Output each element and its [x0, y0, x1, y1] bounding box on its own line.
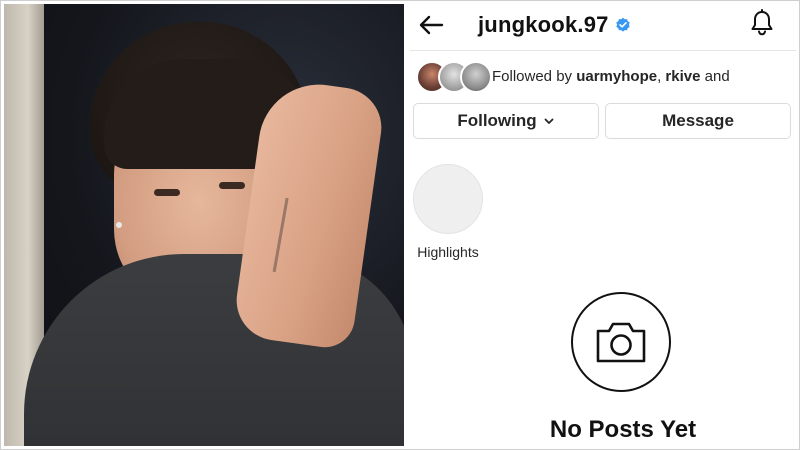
instagram-profile-panel: jungkook.97 Followed by uarmyhope, rkive… [410, 4, 796, 446]
highlight-label: Highlights [417, 244, 479, 260]
back-arrow-icon[interactable] [416, 10, 446, 40]
photo-eye-left [154, 189, 180, 196]
avatar [460, 61, 492, 93]
message-button-label: Message [662, 111, 734, 130]
profile-username: jungkook.97 [478, 12, 609, 37]
chevron-down-icon [544, 118, 554, 124]
camera-icon-ring [571, 292, 671, 392]
follower-avatars [416, 61, 492, 93]
following-button[interactable]: Following [413, 103, 599, 139]
followed-by-prefix: Followed by [492, 67, 577, 85]
profile-photo [4, 4, 404, 446]
followed-by-text: Followed by uarmyhope, rkive and [492, 68, 730, 85]
verified-badge-icon [615, 17, 630, 32]
followed-by-row[interactable]: Followed by uarmyhope, rkive and [416, 60, 730, 93]
camera-icon [596, 322, 646, 363]
username-header: jungkook.97 [478, 10, 631, 40]
header-separator [410, 50, 796, 51]
photo-earring [116, 222, 122, 228]
message-button[interactable]: Message [605, 103, 791, 139]
no-posts-label: No Posts Yet [549, 416, 697, 443]
bell-icon[interactable] [749, 9, 775, 37]
followed-by-suffix: and [700, 67, 730, 85]
highlight-cover[interactable] [413, 164, 483, 234]
follower-link-uarmyhope[interactable]: uarmyhope [576, 68, 657, 85]
highlight-item[interactable]: Highlights [412, 164, 484, 260]
following-button-label: Following [457, 111, 537, 130]
photo-eye-right [219, 182, 245, 189]
top-bar: jungkook.97 [410, 4, 796, 50]
follower-link-rkive[interactable]: rkive [665, 68, 700, 85]
